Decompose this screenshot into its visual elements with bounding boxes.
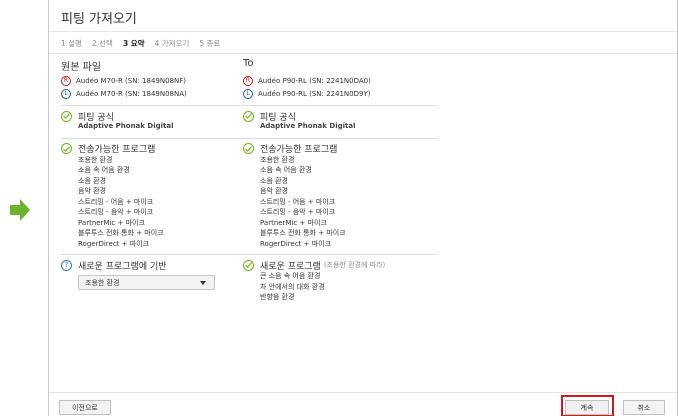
divider bbox=[243, 105, 438, 106]
back-button[interactable]: 이전으로 bbox=[59, 400, 111, 415]
section-title-text: 전송가능한 프로그램 bbox=[260, 145, 338, 155]
section-title-text: 피팅 공식 bbox=[260, 112, 296, 123]
step-4: 4 가져오기 bbox=[154, 39, 190, 48]
programs-title: 전송가능한 프로그램 bbox=[61, 143, 251, 155]
program-item: 조용한 환경 bbox=[78, 155, 113, 164]
program-item: PartnerMic + 마이크 bbox=[260, 218, 327, 227]
check-circle-icon bbox=[61, 110, 72, 122]
check-circle-icon bbox=[243, 110, 254, 122]
program-item: 스트리밍 - 어음 + 마이크 bbox=[78, 197, 154, 206]
divider bbox=[61, 137, 256, 139]
program-item: PartnerMic + 마이크 bbox=[78, 218, 145, 227]
left-ear-badge: L bbox=[61, 88, 71, 99]
new-program-item: 차 안에서의 대화 환경 bbox=[260, 282, 325, 291]
device-text: Audéo P90-RL (SN: 2241N0D9Y) bbox=[258, 89, 371, 98]
program-item: 조용한 환경 bbox=[260, 155, 295, 164]
divider bbox=[49, 53, 677, 54]
right-ear-badge: R bbox=[61, 75, 71, 86]
divider bbox=[61, 105, 256, 106]
program-item: 스트리밍 - 음악 + 마이크 bbox=[78, 208, 154, 216]
program-item: 소음 속 어음 환경 bbox=[260, 166, 312, 174]
device-text: Audéo P90-RL (SN: 2241N0DA0) bbox=[258, 76, 371, 85]
step-3-active: 3 요약 bbox=[122, 39, 145, 48]
source-column: 원본 파일 R Audéo M70-R (SN: 1849N08NF) L Au… bbox=[61, 58, 256, 290]
program-item: RogerDirect + 마이크 bbox=[78, 239, 150, 248]
cancel-button[interactable]: 취소 bbox=[623, 400, 665, 415]
device-row-right: R Audéo M70-R (SN: 1849N08NF) bbox=[61, 74, 251, 87]
section-title-text: 피팅 공식 bbox=[78, 112, 114, 123]
program-item: 음악 환경 bbox=[260, 187, 288, 195]
wizard-steps: 1 설명 2 선택 3 요약 4 가져오기 5 종료 bbox=[61, 38, 220, 52]
program-item: 음악 환경 bbox=[78, 187, 106, 195]
dialog-footer: 이전으로 계속 취소 bbox=[49, 392, 677, 416]
section-subtitle: (조용한 환경에 따라) bbox=[323, 261, 386, 269]
new-program-item: 큰 소음 속 어음 환경 bbox=[260, 272, 321, 280]
program-item: 블루투스 전화 통화 + 마이크 bbox=[78, 229, 164, 237]
program-item: 블루투스 전화 통화 + 마이크 bbox=[260, 229, 346, 237]
dropdown-value: 조용한 환경 bbox=[85, 278, 120, 287]
dialog-title: 피팅 가져오기 bbox=[61, 12, 137, 27]
base-program-dropdown[interactable]: 조용한 환경 bbox=[78, 275, 215, 290]
program-item: 소음 속 어음 환경 bbox=[78, 166, 130, 174]
fitting-formula-value: Adaptive Phonak Digital bbox=[260, 122, 356, 130]
program-item: RogerDirect + 마이크 bbox=[260, 239, 332, 248]
section-title-text: 새로운 프로그램에 기반 bbox=[78, 261, 167, 272]
step-2: 2 선택 bbox=[91, 39, 113, 48]
new-program-basis-title: ? 새로운 프로그램에 기반 bbox=[61, 259, 251, 272]
device-row-left: L Audéo P90-RL (SN: 2241N0D9Y) bbox=[243, 87, 458, 100]
chevron-down-icon bbox=[200, 281, 206, 285]
source-heading: 원본 파일 bbox=[61, 62, 101, 73]
program-item: 소음 환경 bbox=[260, 176, 288, 185]
fitting-formula-title: 피팅 공식 bbox=[61, 110, 251, 123]
device-text: Audéo M70-R (SN: 1849N08NF) bbox=[76, 76, 186, 85]
fitting-formula-value: Adaptive Phonak Digital bbox=[78, 122, 174, 130]
question-circle-icon[interactable]: ? bbox=[61, 259, 72, 271]
device-text: Audéo M70-R (SN: 1849N08NA) bbox=[76, 89, 187, 98]
target-heading: To bbox=[243, 58, 254, 69]
divider bbox=[243, 137, 438, 139]
check-circle-icon bbox=[243, 143, 254, 154]
step-5: 5 종료 bbox=[199, 39, 221, 48]
dialog-titlebar: 피팅 가져오기 bbox=[49, 0, 677, 32]
left-ear-badge: L bbox=[243, 88, 253, 99]
step-1: 1 설명 bbox=[61, 39, 82, 48]
continue-button[interactable]: 계속 bbox=[565, 400, 609, 415]
target-column: To R Audéo P90-RL (SN: 2241N0DA0) L Audé… bbox=[243, 58, 458, 303]
program-item: 소음 환경 bbox=[78, 176, 106, 185]
programs-title: 전송가능한 프로그램 bbox=[243, 143, 458, 155]
right-ear-badge: R bbox=[243, 75, 253, 86]
fitting-formula-title: 피팅 공식 bbox=[243, 110, 458, 123]
section-title-text: 새로운 프로그램 bbox=[260, 261, 321, 272]
device-row-right: R Audéo P90-RL (SN: 2241N0DA0) bbox=[243, 74, 458, 87]
check-circle-icon bbox=[61, 143, 72, 154]
program-item: 스트리밍 - 어음 + 마이크 bbox=[260, 197, 336, 206]
divider bbox=[243, 254, 438, 255]
arrow-right-icon bbox=[10, 199, 30, 221]
divider bbox=[61, 254, 256, 255]
check-circle-icon bbox=[243, 259, 254, 271]
new-programs-title: 새로운 프로그램 (조용한 환경에 따라) bbox=[243, 259, 458, 272]
new-program-item: 반향음 환경 bbox=[260, 293, 295, 301]
import-fitting-dialog: 피팅 가져오기 1 설명 2 선택 3 요약 4 가져오기 5 종료 원본 파일… bbox=[48, 0, 678, 416]
section-title-text: 전송가능한 프로그램 bbox=[78, 145, 156, 155]
device-row-left: L Audéo M70-R (SN: 1849N08NA) bbox=[61, 87, 251, 100]
program-item: 스트리밍 - 음악 + 마이크 bbox=[260, 208, 336, 216]
